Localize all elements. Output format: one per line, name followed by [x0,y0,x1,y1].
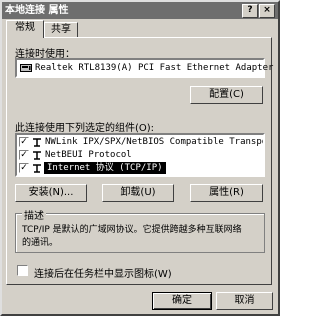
network-adapter-icon [20,63,32,73]
properties-button[interactable]: 属性(R) [190,184,263,202]
description-text-line1: TCP/IP 是默认的广域网协议。它提供跨越多种互联网络 [22,225,242,235]
tab-general[interactable]: 常规 [6,20,44,38]
list-item[interactable]: ✓ NWLink IPX/SPX/NetBIOS Compatible Tran… [17,136,263,148]
title-bar: 本地连接 属性 ? × [2,2,278,19]
adapter-name: Realtek RTL8139(A) PCI Fast Ethernet Ada… [35,63,274,73]
configure-button[interactable]: 配置(C) [190,86,263,104]
protocol-icon [32,163,42,173]
protocol-icon [32,137,42,147]
component-name: NetBEUI Protocol [45,150,132,160]
component-checkbox[interactable]: ✓ [19,137,29,147]
component-checkbox[interactable]: ✓ [19,163,29,173]
general-panel: 连接时使用： Realtek RTL8139(A) PCI Fast Ether… [6,37,273,285]
taskbar-icon-checkbox[interactable] [17,265,28,276]
close-button[interactable]: × [259,4,275,18]
ok-button[interactable]: 确定 [152,292,212,310]
help-button[interactable]: ? [242,4,258,18]
protocol-icon [32,150,42,160]
window-title: 本地连接 属性 [5,5,69,16]
component-name: NWLink IPX/SPX/NetBIOS Compatible Transp… [45,137,263,147]
taskbar-icon-label: 连接后在任务栏中显示图标(W) [34,269,172,280]
description-group: 描述 TCP/IP 是默认的广域网协议。它提供跨越多种互联网络 的通讯。 [15,207,265,253]
properties-dialog: 本地连接 属性 ? × 常规 共享 连接时使用： Realtek RTL8139… [0,0,280,316]
tab-sharing[interactable]: 共享 [44,22,78,38]
component-checkbox[interactable]: ✓ [19,150,29,160]
description-text-line2: 的通讯。 [22,238,59,248]
uninstall-button[interactable]: 卸载(U) [102,184,174,202]
adapter-field: Realtek RTL8139(A) PCI Fast Ethernet Ada… [15,58,273,78]
install-button[interactable]: 安装(N)... [15,184,87,202]
component-name-selected: Internet 协议 (TCP/IP) [44,162,166,174]
list-item[interactable]: ✓ Internet 协议 (TCP/IP) [17,162,263,174]
cancel-button[interactable]: 取消 [216,292,273,310]
description-title: 描述 [22,207,46,222]
components-list[interactable]: ✓ NWLink IPX/SPX/NetBIOS Compatible Tran… [15,133,265,177]
list-item[interactable]: ✓ NetBEUI Protocol [17,149,263,161]
components-label: 此连接使用下列选定的组件(O): [15,123,155,134]
